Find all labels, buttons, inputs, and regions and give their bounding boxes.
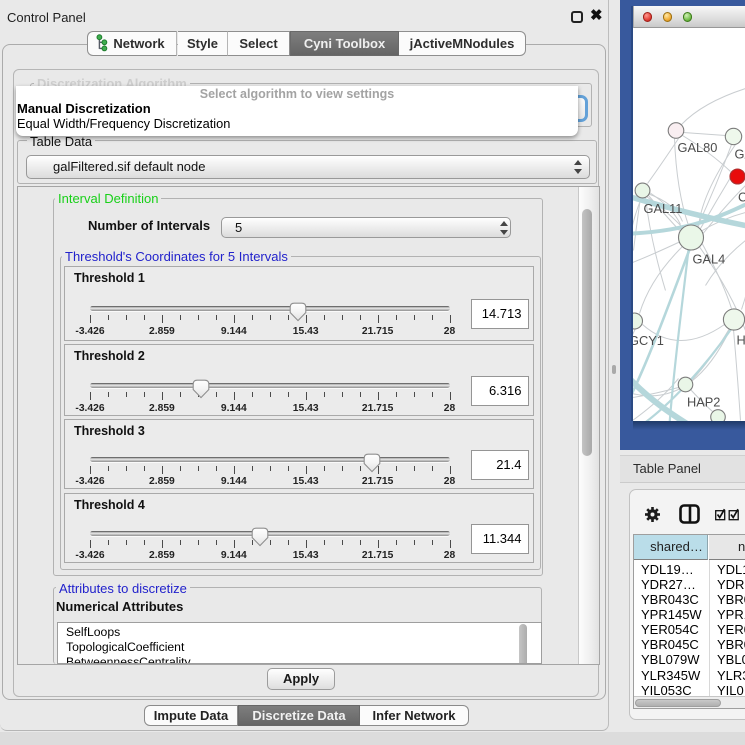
svg-text:GCY1: GCY1 bbox=[633, 333, 664, 348]
svg-text:HAP2: HAP2 bbox=[687, 394, 720, 409]
svg-text:GAL80: GAL80 bbox=[677, 140, 717, 155]
svg-text:GAL4: GAL4 bbox=[692, 251, 725, 266]
svg-text:GAL11: GAL11 bbox=[643, 201, 682, 216]
svg-text:CY: CY bbox=[738, 189, 745, 204]
svg-text:GA: GA bbox=[734, 146, 745, 161]
svg-text:HA: HA bbox=[736, 332, 745, 347]
